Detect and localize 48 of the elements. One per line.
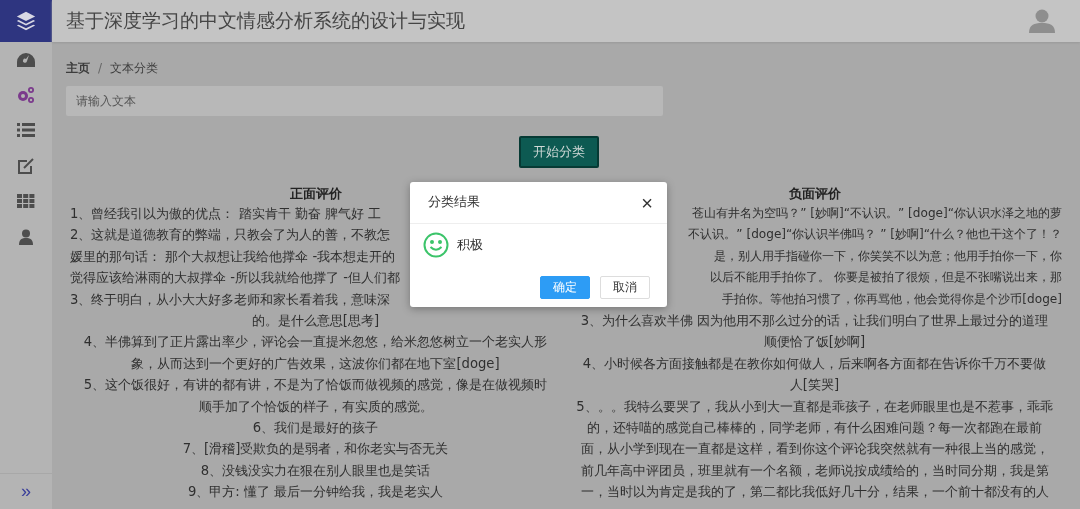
review-text: 3、为什么喜欢半佛 因为他用不那么过分的话，让我们明白了世界上最过分的道理 <box>580 313 1049 329</box>
text-input[interactable]: 请输入文本 <box>66 86 663 116</box>
review-text: 5、这个饭很好，有讲的都有讲，不是为了恰饭而做视频的感觉，像是在做视频时 <box>83 377 548 393</box>
breadcrumb-current: 文本分类 <box>110 59 159 77</box>
list-icon <box>17 123 35 138</box>
review-text: 3、终于明白，从小大大好多老师和家长看着我，意味深 <box>70 291 391 307</box>
review-text: 6、我们是最好的孩子 <box>252 420 379 436</box>
page-title: 基于深度学习的中文情感分析系统的设计与实现 <box>66 8 465 33</box>
review-text: 象，从而达到一个更好的广告效果，这波你们都在地下室[doge] <box>131 355 500 371</box>
review-text: 不认识。” [doge]“你认识半佛吗？ ” [妙啊]“什么？他也干这个了！？ <box>688 227 1062 242</box>
review-text: 2、这就是道德教育的弊端，只教会了为人的善，不教怎 <box>70 227 391 243</box>
grid-icon <box>17 194 35 209</box>
close-button[interactable]: × <box>639 192 655 213</box>
edit-icon <box>17 157 35 174</box>
review-text: 9、甲方: 懂了 最后一分钟给我，我是老实人 <box>187 484 444 500</box>
gauge-icon <box>16 51 36 68</box>
review-text: 8、没钱没实力在狠在别人眼里也是笑话 <box>200 462 431 478</box>
review-text: 是，别人用手指碰你一下，你笑笑不以为意；他用手拍你一下，你 <box>714 248 1062 263</box>
gears-icon <box>16 86 36 105</box>
breadcrumb-separator: / <box>98 61 103 75</box>
layers-icon <box>15 10 37 32</box>
breadcrumb-link[interactable]: 主页 <box>66 59 90 77</box>
cancel-button[interactable]: 取消 <box>600 276 650 299</box>
review-text: 1、曾经我引以为傲的优点： 踏实肯干 勤奋 脾气好 工 <box>70 206 382 221</box>
review-text: 人[笑哭] <box>789 377 840 393</box>
review-text: 顺手加了个恰饭的样子，有实质的感觉。 <box>198 398 433 414</box>
user-icon <box>19 228 33 245</box>
smiley-icon <box>423 232 449 258</box>
review-text: 的。是什么意思[思考] <box>251 313 380 329</box>
review-text: 7、[滑稽]受欺负的是弱者，和你老实与否无关 <box>182 441 449 457</box>
review-text: 前几年高中评团员，班里就有一个名额，老师说按成绩给的，当时同分期，我是第 <box>580 462 1049 478</box>
review-text: 4、小时候各方面接触都是在教你如何做人，后来啊各方面都在告诉你千万不要做 <box>582 355 1047 371</box>
review-text: 的，还特喵的感觉自己棒棒的，同学老师，有什么困难问题？每一次都跑在最前 <box>587 420 1042 436</box>
review-text: 4、半佛算到了正片露出率少，评论会一直提米忽悠，给米忽悠树立一个老实人形 <box>83 334 548 350</box>
classify-button[interactable]: 开始分类 <box>518 136 599 168</box>
review-text: 面，从小学到现在一直都是这样，看到你这个评论我突然就有一种很上当的感觉， <box>580 441 1049 457</box>
dialog-title: 分类结果 <box>428 194 480 211</box>
review-text: 5、。。我特么要哭了，我从小到大一直都是乖孩子，在老师眼里也是不惹事，乖乖 <box>576 398 1053 414</box>
result-label: 积极 <box>457 236 483 254</box>
review-text: 顺便恰了饭[妙啊] <box>763 334 866 350</box>
column-heading: 正面评价 <box>289 186 342 203</box>
review-text: 以后不能用手拍你了。 你要是被拍了很烦，但是不张嘴说出来，那 <box>710 270 1062 285</box>
review-text: 苍山有井名为空吗？” [妙啊]“不认识。” [doge]“你认识水泽之地的萝 <box>692 206 1062 220</box>
review-text: 媛里的那句话： 那个大叔想让我给他撑伞 -我本想走开的 <box>70 248 396 264</box>
column-heading: 负面评价 <box>788 186 841 203</box>
review-text: 手拍你。等他拍习惯了，你再骂他，他会觉得你是个沙币[doge] <box>722 291 1062 306</box>
review-text: 觉得应该给淋雨的大叔撑伞 -所以我就给他撑了 -但人们都 <box>70 270 400 286</box>
review-text: 一，当时以为肯定是我的了，第二都比我低好几十分，结果，一个前十都没有的人 <box>580 484 1049 500</box>
